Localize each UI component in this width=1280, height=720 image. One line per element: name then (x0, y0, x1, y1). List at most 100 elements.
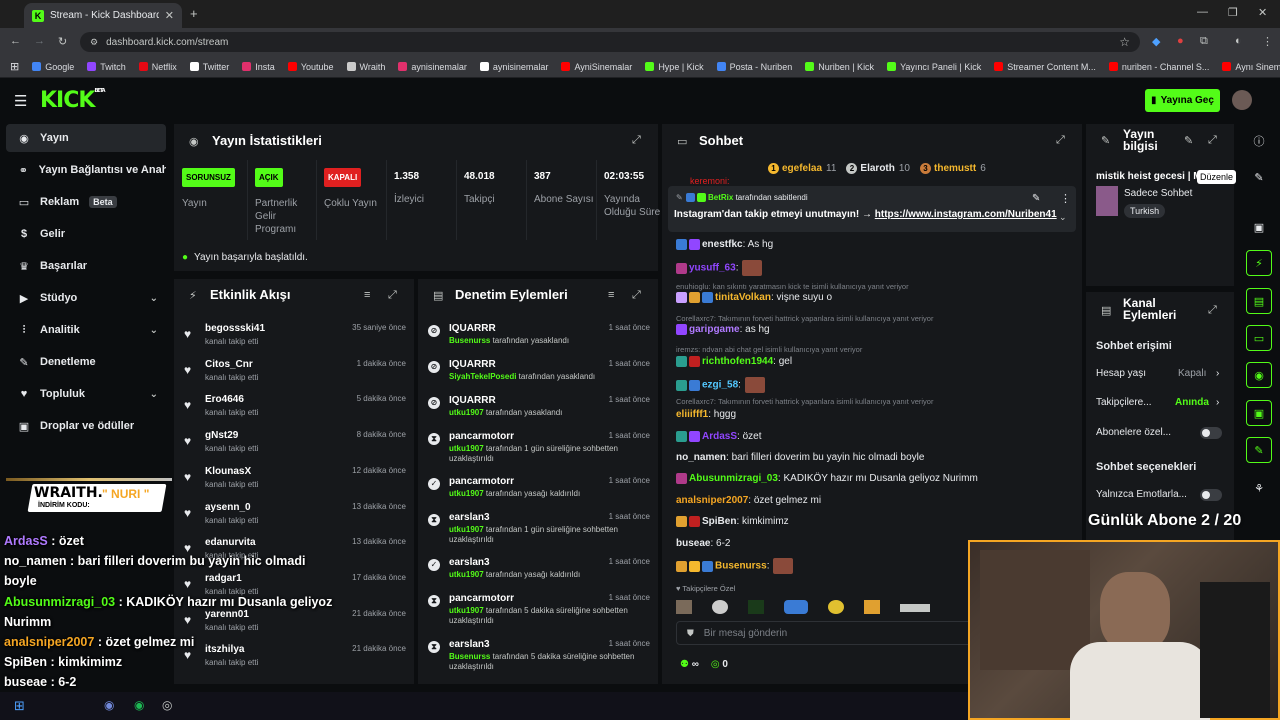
moderator-name[interactable]: utku1907 (449, 408, 484, 417)
edit-icon[interactable]: ✎ (1184, 134, 1193, 147)
bookmark-item[interactable]: Yayıncı Paneli | Kick (887, 62, 981, 72)
expand-icon[interactable]: ⤢ (632, 289, 641, 302)
sidebar-item[interactable]: ♥ Topluluk ⌄ (6, 380, 166, 408)
more-options-icon[interactable]: ⋮ (1060, 192, 1071, 205)
viewers-infinity[interactable]: ⚉ ∞ (680, 659, 699, 670)
extensions-puzzle-icon[interactable]: ⧉ (1200, 35, 1208, 48)
wrench-rail-icon[interactable]: ✎ (1246, 437, 1272, 463)
chat-username[interactable]: tinitaVolkan (715, 292, 771, 303)
chat-username[interactable]: ArdasS (702, 431, 737, 442)
chat-username[interactable]: yusuff_63 (689, 263, 736, 274)
share-rail-icon[interactable]: ⚘ (1246, 475, 1272, 501)
user-avatar[interactable] (1232, 90, 1252, 110)
moderated-username[interactable]: IQUARRR (449, 359, 496, 370)
bookmark-item[interactable]: Twitter (189, 62, 229, 72)
sidebar-item[interactable]: ▭ Reklam Beta (6, 188, 166, 216)
sidebar-item[interactable]: ♛ Başarılar (6, 252, 166, 280)
tab-close-icon[interactable]: ✕ (165, 9, 174, 22)
bookmark-item[interactable]: Insta (242, 62, 275, 72)
activity-username[interactable]: Ero4646 (205, 394, 244, 405)
emotes-only-toggle[interactable] (1200, 489, 1222, 501)
chat-username[interactable]: ezgi_58 (702, 380, 738, 391)
extension-2-icon[interactable]: ● (1177, 35, 1184, 47)
chevron-right-icon[interactable]: › (1216, 368, 1219, 379)
profile-icon[interactable]: ◐ (1235, 35, 1242, 47)
forward-icon[interactable]: → (34, 35, 45, 47)
bookmark-item[interactable]: Wraith (346, 62, 385, 72)
moderated-username[interactable]: IQUARRR (449, 323, 496, 334)
chevron-down-icon[interactable]: ⌄ (150, 389, 158, 400)
chat-username[interactable]: no_namen (676, 452, 726, 463)
bookmark-item[interactable]: Posta - Nuriben (716, 62, 792, 72)
moderated-username[interactable]: pancarmotorr (449, 431, 514, 442)
lightning-rail-icon[interactable]: ⚡ (1246, 250, 1272, 276)
category-name[interactable]: Sadece Sohbet (1124, 188, 1192, 199)
list-rail-icon[interactable]: ▤ (1246, 288, 1272, 314)
broadcast-rail-icon[interactable]: ◉ (1246, 362, 1272, 388)
sidebar-item[interactable]: ▣ Droplar ve ödüller (6, 412, 166, 440)
top-gifter[interactable]: 2 Elaroth 10 (846, 163, 910, 174)
chat-username[interactable]: enestfkc (702, 239, 743, 250)
url-input[interactable]: ⚙ dashboard.kick.com/stream ☆ (80, 32, 1140, 52)
bookmark-item[interactable]: Google (32, 62, 74, 72)
camera-rail-icon[interactable]: ▣ (1246, 214, 1272, 240)
collapse-chevron-icon[interactable]: ⌄ (1059, 212, 1067, 223)
activity-username[interactable]: radgar1 (205, 573, 242, 584)
moderator-name[interactable]: utku1907 (449, 525, 484, 534)
chevron-right-icon[interactable]: › (1216, 397, 1219, 408)
chevron-down-icon[interactable]: ⌄ (150, 325, 158, 336)
info-rail-icon[interactable]: ⓘ (1246, 128, 1272, 154)
bookmark-star-icon[interactable]: ☆ (1119, 35, 1130, 49)
discord-icon[interactable]: ◉ (104, 698, 114, 712)
pinned-link[interactable]: https://www.instagram.com/Nuriben41 (875, 209, 1057, 220)
start-icon[interactable]: ⊞ (14, 698, 25, 714)
edit-rail-icon[interactable]: ✎ (1246, 164, 1272, 190)
filter-icon[interactable]: ≡ (364, 289, 370, 301)
moderator-name[interactable]: Busenurss (449, 336, 490, 345)
top-gifter[interactable]: 3 themustt 6 (920, 163, 986, 174)
activity-username[interactable]: yarenn01 (205, 609, 249, 620)
bookmark-item[interactable]: Streamer Content M... (994, 62, 1096, 72)
followers-value[interactable]: Anında (1175, 397, 1209, 408)
channel-points[interactable]: ◎ 0 (711, 659, 728, 670)
extension-icon[interactable]: ◆ (1152, 35, 1160, 48)
expand-icon[interactable]: ⤢ (388, 289, 397, 302)
expand-icon[interactable]: ⤢ (1208, 134, 1217, 147)
hamburger-menu-icon[interactable]: ☰ (14, 92, 27, 110)
bookmark-item[interactable]: aynisinemalar (479, 62, 548, 72)
chrome-menu-icon[interactable]: ⋮ (1262, 35, 1273, 48)
chat-username[interactable]: richthofen1944 (702, 356, 773, 367)
chat-rail-icon[interactable]: ▭ (1246, 325, 1272, 351)
close-window-icon[interactable]: ✕ (1258, 6, 1267, 19)
sidebar-item[interactable]: $ Gelir (6, 220, 166, 248)
chat-username[interactable]: eliiifff1 (676, 409, 708, 420)
site-info-icon[interactable]: ⚙ (90, 37, 98, 48)
chat-username[interactable]: analsniper2007 (676, 495, 748, 506)
bookmark-item[interactable]: nuriben - Channel S... (1108, 62, 1209, 72)
emote[interactable] (676, 600, 692, 614)
maximize-icon[interactable]: ❐ (1228, 6, 1238, 19)
minimize-icon[interactable]: — (1197, 6, 1208, 18)
sidebar-item[interactable]: ◉ Yayın (6, 124, 166, 152)
chat-username[interactable]: garipgame (689, 324, 740, 335)
kick-logo[interactable]: KICKBETA (40, 88, 106, 113)
moderated-username[interactable]: pancarmotorr (449, 593, 514, 604)
filter-icon[interactable]: ≡ (608, 289, 614, 301)
bookmark-item[interactable]: aynisinemalar (398, 62, 467, 72)
go-live-button[interactable]: ▮ Yayına Geç (1145, 89, 1220, 112)
browser-tab[interactable]: K Stream - Kick Dashboard ✕ (24, 3, 182, 28)
bookmark-item[interactable]: Twitch (87, 62, 126, 72)
sidebar-item[interactable]: ⚭ Yayın Bağlantısı ve Anahtar (6, 156, 166, 184)
subs-only-toggle[interactable] (1200, 427, 1222, 439)
moderator-name[interactable]: utku1907 (449, 570, 484, 579)
bookmark-item[interactable]: Hype | Kick (645, 62, 704, 72)
emote[interactable] (900, 604, 930, 612)
sidebar-item[interactable]: ⫶ Analitik ⌄ (6, 316, 166, 344)
activity-username[interactable]: KlounasX (205, 466, 251, 477)
sidebar-item[interactable]: ▶ Stüdyo ⌄ (6, 284, 166, 312)
user-rail-icon[interactable]: ▣ (1246, 400, 1272, 426)
moderator-name[interactable]: utku1907 (449, 606, 484, 615)
expand-icon[interactable]: ⤢ (1208, 304, 1217, 317)
expand-icon[interactable]: ⤢ (632, 134, 641, 147)
emote[interactable] (828, 600, 844, 614)
